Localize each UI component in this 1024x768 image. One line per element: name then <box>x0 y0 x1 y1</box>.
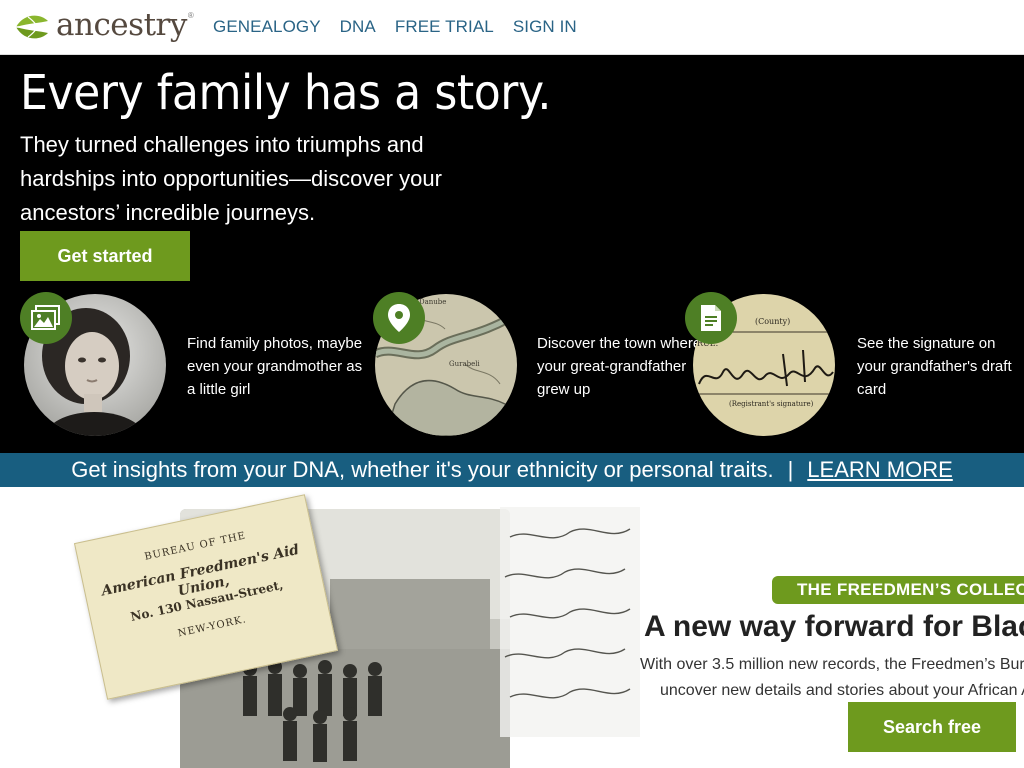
feature-signature: (County) RUE. (Registrant's signature) S… <box>685 292 1024 439</box>
draft-county-label: (County) <box>755 317 790 326</box>
feature-town: Gurabeli Danube Discover the town where … <box>373 292 701 439</box>
leaf-icon <box>16 15 52 39</box>
freedmen-body-line-1: With over 3.5 million new records, the F… <box>640 656 1024 673</box>
handwritten-record-image <box>500 507 640 737</box>
main-nav: GENEALOGY DNA FREE TRIAL SIGN IN <box>213 17 596 37</box>
hero-section: Every family has a story. They turned ch… <box>0 55 1024 453</box>
ancestry-logo[interactable]: ancestry ® <box>14 7 194 45</box>
map-label-gurabeli: Gurabeli <box>449 360 480 368</box>
nav-free-trial[interactable]: FREE TRIAL <box>395 17 494 37</box>
nav-genealogy[interactable]: GENEALOGY <box>213 17 321 37</box>
collection-tag: THE FREEDMEN’S COLLECTION <box>772 576 1024 604</box>
learn-more-link[interactable]: LEARN MORE <box>807 457 952 483</box>
get-started-button[interactable]: Get started <box>20 231 190 281</box>
document-icon <box>685 292 737 344</box>
nav-sign-in[interactable]: SIGN IN <box>513 17 577 37</box>
feature-photos-text: Find family photos, maybe even your gran… <box>187 335 363 398</box>
freedmen-section: BUREAU OF THE American Freedmen's Aid Un… <box>0 487 1024 768</box>
freedmen-body-line-2: uncover new details and stories about yo… <box>660 682 1024 699</box>
hero-subtitle: They turned challenges into triumphs and… <box>20 132 442 225</box>
nav-dna[interactable]: DNA <box>340 17 376 37</box>
draft-registrant-label: (Registrant's signature) <box>729 400 814 408</box>
photos-icon <box>20 292 72 344</box>
map-label-danube: Danube <box>419 298 446 306</box>
map-pin-icon <box>373 292 425 344</box>
dna-banner-separator: | <box>787 457 794 482</box>
freedmen-title: A new way forward for Black family histo… <box>644 610 1024 643</box>
dna-banner: Get insights from your DNA, whether it's… <box>0 453 1024 487</box>
feature-signature-text: See the signature on your grandfather's … <box>857 335 1012 398</box>
site-header: ancestry ® GENEALOGY DNA FREE TRIAL SIGN… <box>0 0 1024 55</box>
feature-photos: Find family photos, maybe even your gran… <box>20 292 380 439</box>
freedmen-body: With over 3.5 million new records, the F… <box>640 652 1024 704</box>
dna-banner-text: Get insights from your DNA, whether it's… <box>71 457 774 482</box>
hero-title: Every family has a story. <box>20 65 551 121</box>
logo-trademark: ® <box>187 10 194 20</box>
logo-wordmark: ancestry <box>56 7 187 43</box>
search-free-button[interactable]: Search free <box>848 702 1016 752</box>
